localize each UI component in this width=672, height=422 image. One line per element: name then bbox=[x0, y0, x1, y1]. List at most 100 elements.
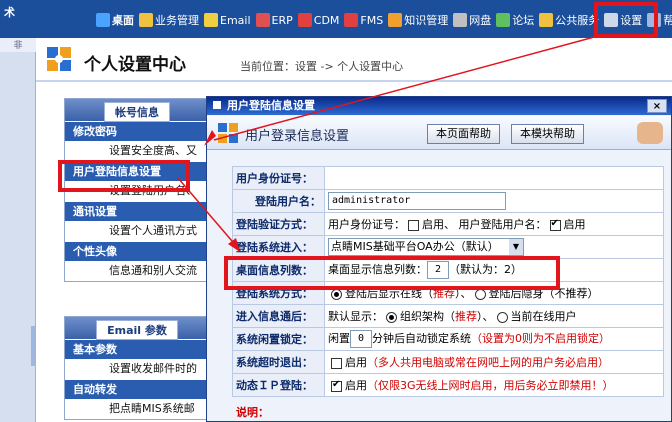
username-input[interactable]: administrator bbox=[328, 192, 506, 210]
desktop-icon bbox=[96, 13, 110, 27]
chevron-down-icon[interactable]: ▼ bbox=[509, 239, 523, 255]
after-org-text: 组织架构（ bbox=[400, 310, 455, 323]
nav-item-9[interactable]: 公共服务 bbox=[539, 12, 599, 28]
ip-checkbox[interactable] bbox=[331, 379, 342, 392]
nav-item-label: 业务管理 bbox=[155, 14, 199, 27]
close-button[interactable]: × bbox=[647, 99, 667, 113]
highlight-desktop-count bbox=[224, 256, 560, 290]
idle-input[interactable]: 0 bbox=[350, 330, 372, 348]
verify-user-state: 启用 bbox=[563, 218, 586, 231]
category-auto-forward[interactable]: 自动转发 bbox=[65, 379, 209, 399]
nav-item-label: 桌面 bbox=[112, 14, 134, 27]
timeout-checkbox[interactable] bbox=[331, 357, 342, 369]
timeout-state: 启用 bbox=[345, 356, 367, 369]
nav-item-label: 公共服务 bbox=[555, 14, 600, 27]
after-online-text: 当前在线用户 bbox=[510, 310, 577, 323]
nav-item-label: CDM bbox=[313, 13, 340, 27]
nav-item-label: 网盘 bbox=[469, 14, 492, 27]
idle-label: 系统闲置锁定： bbox=[232, 327, 325, 351]
verify-user-checkbox[interactable] bbox=[549, 218, 561, 231]
verify-id-checkbox[interactable] bbox=[408, 219, 419, 231]
strip-label: 非 bbox=[0, 38, 36, 52]
idle-note: （设置为0则为不启用锁定） bbox=[471, 332, 610, 345]
knowledge-icon bbox=[388, 13, 403, 27]
category-basic-params[interactable]: 基本参数 bbox=[65, 339, 209, 359]
page-title: 个人设置中心 bbox=[84, 55, 186, 75]
page-help-button[interactable]: 本页面帮助 bbox=[427, 124, 500, 144]
panel-email-params: Email 参数 基本参数 设置收发邮件时的 自动转发 把点睛MIS系统邮 bbox=[64, 316, 210, 420]
disk-icon bbox=[453, 13, 468, 27]
form-row: 动态ＩＰ登陆： 启用（仅限3G无线上网时启用，用后务必立即禁用！） bbox=[232, 373, 664, 397]
nav-item-label: 论坛 bbox=[512, 14, 535, 27]
category-contact-settings[interactable]: 通讯设置 bbox=[65, 201, 209, 221]
form-row: 进入信息通后： 默认显示： 组织架构（推荐）、 当前在线用户 bbox=[232, 304, 664, 328]
settings-center-icon bbox=[47, 47, 71, 71]
dialog-heading: 用户登录信息设置 bbox=[245, 129, 350, 144]
brand-text: 术 bbox=[4, 6, 15, 19]
category-avatar[interactable]: 个性头像 bbox=[65, 241, 209, 261]
timeout-note: （多人共用电脑或常在网吧上网的用户务必启用） bbox=[367, 356, 609, 369]
top-nav-bar: 术 桌面 业务管理 Email ERP CDM FMS 知识管理 网盘 论坛 公共服务 设置帮 bbox=[0, 0, 672, 38]
top-nav: 桌面 业务管理 Email ERP CDM FMS 知识管理 网盘 论坛 公共服务 设置帮 bbox=[96, 11, 672, 29]
nav-item-label: 帮 bbox=[663, 14, 672, 27]
after-org-radio[interactable] bbox=[386, 311, 397, 323]
nav-item-label: FMS bbox=[360, 13, 384, 27]
id-label: 用户身份证号： bbox=[232, 166, 325, 190]
nav-item-5[interactable]: FMS bbox=[344, 13, 383, 27]
nav-item-3[interactable]: ERP bbox=[255, 13, 293, 27]
nav-item-label: ERP bbox=[271, 13, 293, 27]
sub-avatar[interactable]: 信息通和别人交流 bbox=[65, 261, 209, 281]
window-icon bbox=[213, 101, 221, 109]
module-help-button[interactable]: 本模块帮助 bbox=[511, 124, 584, 144]
nav-item-6[interactable]: 知识管理 bbox=[388, 12, 448, 28]
settings-center-icon bbox=[218, 123, 238, 143]
form-row: 登陆用户名： administrator bbox=[232, 189, 664, 213]
timeout-label: 系统超时退出： bbox=[232, 350, 325, 374]
panel-header: 帐号信息 bbox=[65, 99, 209, 122]
highlight-settings bbox=[594, 2, 658, 38]
category-change-password[interactable]: 修改密码 bbox=[65, 121, 209, 141]
form-row: 系统超时退出： 启用（多人共用电脑或常在网吧上网的用户务必启用） bbox=[232, 350, 664, 374]
form-row: 登陆验证方式： 用户身份证号： 启用、 用户登陆用户名： 启用 bbox=[232, 212, 664, 236]
dialog-titlebar: 用户登陆信息设置 × bbox=[207, 97, 671, 115]
nav-item-label: 知识管理 bbox=[404, 14, 449, 27]
system-select-value: 点睛MIS基础平台OA办公（默认） bbox=[331, 240, 499, 253]
nav-item-label: Email bbox=[220, 13, 251, 27]
panel-title: 帐号信息 bbox=[104, 102, 170, 122]
service-icon bbox=[539, 13, 554, 27]
mode-hidden-radio[interactable] bbox=[474, 288, 486, 300]
verify-user-text: 用户登陆用户名： bbox=[458, 218, 547, 231]
nav-item-0[interactable]: 桌面 bbox=[96, 12, 134, 28]
after-label: 进入信息通后： bbox=[232, 304, 325, 328]
nav-item-1[interactable]: 业务管理 bbox=[139, 12, 199, 28]
highlight-login-settings bbox=[58, 160, 190, 192]
sub-change-password[interactable]: 设置安全度高、又 bbox=[65, 141, 209, 161]
after-online-radio[interactable] bbox=[496, 311, 508, 323]
idle-suffix: 分钟后自动锁定系统 bbox=[372, 332, 471, 345]
breadcrumb: 当前位置：设置 -> 个人设置中心 bbox=[240, 60, 404, 73]
nav-item-8[interactable]: 论坛 bbox=[496, 12, 534, 28]
sub-basic-params[interactable]: 设置收发邮件时的 bbox=[65, 359, 209, 379]
hand-icon bbox=[637, 122, 663, 144]
nav-item-4[interactable]: CDM bbox=[297, 13, 340, 27]
after-recommend: 推荐 bbox=[455, 310, 477, 323]
dialog-header: 用户登录信息设置 本页面帮助 本模块帮助 bbox=[207, 116, 671, 150]
nav-item-2[interactable]: Email bbox=[204, 13, 251, 27]
dialog-title: 用户登陆信息设置 bbox=[227, 99, 315, 112]
idle-prefix: 闲置 bbox=[328, 332, 350, 345]
cdm-icon bbox=[297, 13, 312, 27]
mode-online-radio[interactable] bbox=[331, 288, 342, 300]
nav-item-7[interactable]: 网盘 bbox=[453, 12, 491, 28]
verify-id-text: 用户身份证号： bbox=[328, 218, 405, 231]
erp-icon bbox=[255, 13, 270, 27]
sub-auto-forward[interactable]: 把点睛MIS系统邮 bbox=[65, 399, 209, 419]
sub-contact-settings[interactable]: 设置个人通讯方式 bbox=[65, 221, 209, 241]
person-icon bbox=[139, 13, 153, 27]
verify-label: 登陆验证方式： bbox=[232, 212, 325, 236]
after-org-end: ）、 bbox=[477, 310, 494, 323]
ip-label: 动态ＩＰ登陆： bbox=[232, 373, 325, 397]
ip-state: 启用 bbox=[345, 379, 367, 392]
system-select[interactable]: 点睛MIS基础平台OA办公（默认） ▼ bbox=[328, 238, 524, 256]
id-value bbox=[324, 166, 664, 190]
form-row: 用户身份证号： bbox=[232, 166, 664, 190]
